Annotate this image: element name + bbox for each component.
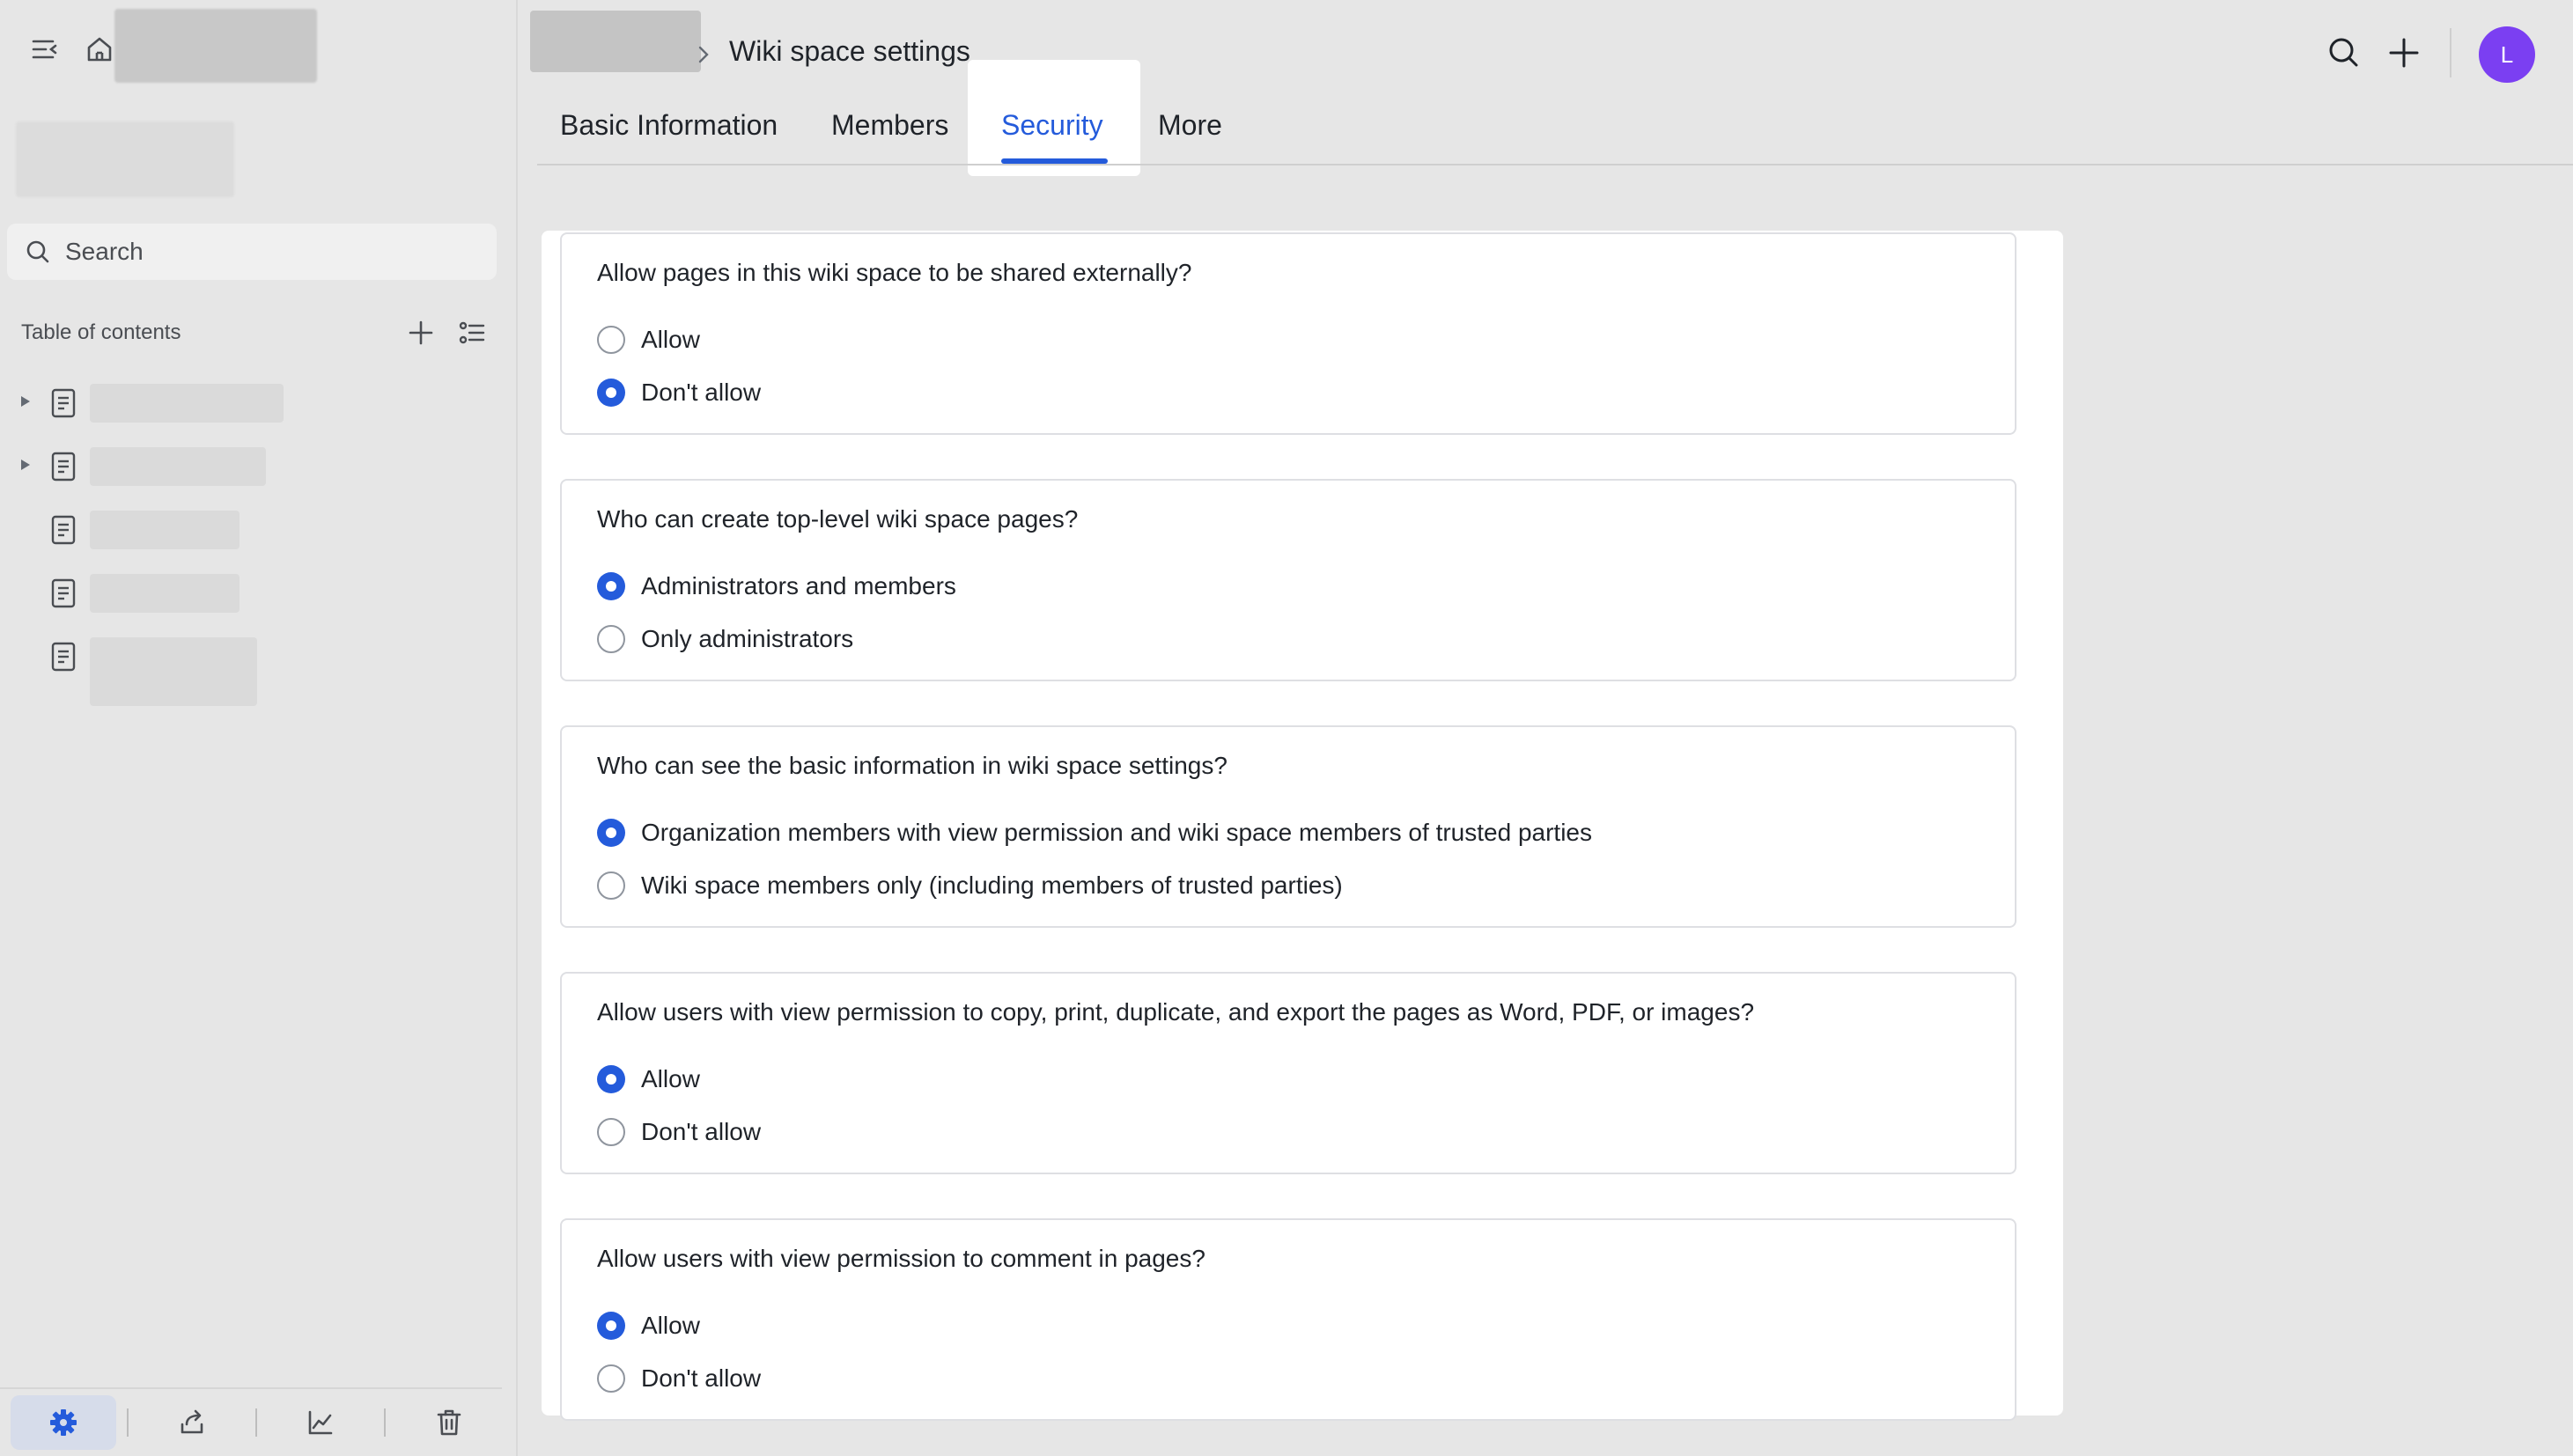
share-button[interactable] [139, 1395, 245, 1450]
tab-members[interactable]: Members [831, 109, 948, 142]
toc-item[interactable] [0, 623, 518, 706]
radio-label: Don't allow [641, 1364, 762, 1392]
toolbar-divider [384, 1408, 386, 1437]
radio-label: Don't allow [641, 1118, 762, 1145]
setting-question: Who can create top-level wiki space page… [597, 505, 1079, 533]
radio-label: Only administrators [641, 625, 854, 652]
toc-list-icon[interactable] [456, 317, 488, 349]
expand-caret-icon[interactable] [19, 458, 32, 472]
tab-basic-information[interactable]: Basic Information [560, 109, 778, 142]
radio-option[interactable]: Don't allow [597, 1364, 761, 1393]
radio-label: Wiki space members only (including membe… [641, 871, 1343, 899]
toc-item[interactable] [0, 560, 518, 623]
setting-card-external-sharing: Allow pages in this wiki space to be sha… [560, 232, 2016, 435]
radio-button[interactable] [597, 326, 625, 354]
gear-icon [49, 1408, 77, 1437]
setting-card-comments: Allow users with view permission to comm… [560, 1218, 2016, 1421]
toc-item-label-redacted [90, 447, 266, 486]
setting-card-top-level-pages: Who can create top-level wiki space page… [560, 479, 2016, 681]
radio-label: Allow [641, 326, 700, 353]
toolbar-divider [255, 1408, 257, 1437]
toc-header: Table of contents [21, 315, 488, 350]
settings-button[interactable] [11, 1395, 116, 1450]
radio-button[interactable] [597, 819, 625, 847]
radio-option[interactable]: Allow [597, 1065, 700, 1093]
radio-option[interactable]: Organization members with view permissio… [597, 819, 1592, 847]
toc-item-label-redacted [90, 637, 257, 706]
add-page-icon[interactable] [405, 317, 437, 349]
radio-label: Administrators and members [641, 572, 956, 599]
radio-button[interactable] [597, 572, 625, 600]
document-icon [49, 387, 77, 419]
document-icon [49, 641, 77, 673]
toc-item[interactable] [0, 496, 518, 560]
radio-label: Organization members with view permissio… [641, 819, 1592, 846]
document-icon [49, 577, 77, 609]
radio-label: Allow [641, 1312, 700, 1339]
radio-button[interactable] [597, 379, 625, 407]
search-icon [25, 239, 51, 265]
trash-icon [435, 1408, 463, 1437]
radio-option[interactable]: Only administrators [597, 625, 853, 653]
toolbar-divider [127, 1408, 129, 1437]
document-icon [49, 451, 77, 482]
toc-item-label-redacted [90, 574, 240, 613]
tab-security[interactable]: Security [1001, 109, 1103, 142]
setting-question: Allow pages in this wiki space to be sha… [597, 259, 1192, 286]
space-logo-redacted [114, 9, 317, 83]
header-add-icon[interactable] [2386, 35, 2422, 70]
radio-option[interactable]: Don't allow [597, 1118, 761, 1146]
breadcrumb-redacted[interactable] [530, 11, 701, 72]
radio-option[interactable]: Allow [597, 1312, 700, 1340]
active-tab-indicator [1001, 158, 1108, 164]
chevron-right-icon [696, 44, 711, 65]
radio-label: Don't allow [641, 379, 762, 406]
toc-item[interactable] [0, 370, 518, 433]
tab-more[interactable]: More [1158, 109, 1222, 142]
radio-option[interactable]: Wiki space members only (including membe… [597, 871, 1343, 900]
document-icon [49, 514, 77, 546]
search-placeholder: Search [65, 238, 144, 265]
home-icon[interactable] [82, 32, 117, 67]
avatar[interactable]: L [2479, 26, 2535, 83]
collapse-sidebar-icon[interactable] [26, 32, 62, 67]
setting-question: Who can see the basic information in wik… [597, 752, 1228, 779]
setting-question: Allow users with view permission to comm… [597, 1245, 1205, 1272]
radio-label: Allow [641, 1065, 700, 1092]
sidebar-top [0, 0, 518, 97]
radio-button[interactable] [597, 1312, 625, 1340]
radio-button[interactable] [597, 1364, 625, 1393]
toc-item-label-redacted [90, 511, 240, 549]
setting-card-copy-export: Allow users with view permission to copy… [560, 972, 2016, 1174]
toc-list [0, 370, 518, 706]
sidebar-toolbar [0, 1387, 502, 1456]
radio-button[interactable] [597, 871, 625, 900]
radio-option[interactable]: Don't allow [597, 379, 761, 407]
tabs-divider [537, 164, 2573, 165]
expand-caret-icon[interactable] [19, 394, 32, 408]
line-chart-icon [306, 1408, 335, 1437]
trash-button[interactable] [396, 1395, 502, 1450]
setting-question: Allow users with view permission to copy… [597, 998, 1755, 1026]
header-divider [2450, 28, 2451, 77]
sidebar: Search Table of contents [0, 0, 518, 1456]
page-title: Wiki space settings [729, 35, 970, 67]
radio-option[interactable]: Administrators and members [597, 572, 956, 600]
toc-item-label-redacted [90, 384, 284, 423]
setting-card-basic-info-visibility: Who can see the basic information in wik… [560, 725, 2016, 928]
radio-button[interactable] [597, 625, 625, 653]
radio-button[interactable] [597, 1065, 625, 1093]
radio-button[interactable] [597, 1118, 625, 1146]
search-input[interactable]: Search [7, 224, 497, 280]
header-search-icon[interactable] [2326, 35, 2362, 70]
share-icon [178, 1408, 206, 1437]
radio-option[interactable]: Allow [597, 326, 700, 354]
toc-title: Table of contents [21, 320, 181, 344]
toc-item[interactable] [0, 433, 518, 496]
space-name-redacted [16, 121, 234, 197]
analytics-button[interactable] [268, 1395, 373, 1450]
